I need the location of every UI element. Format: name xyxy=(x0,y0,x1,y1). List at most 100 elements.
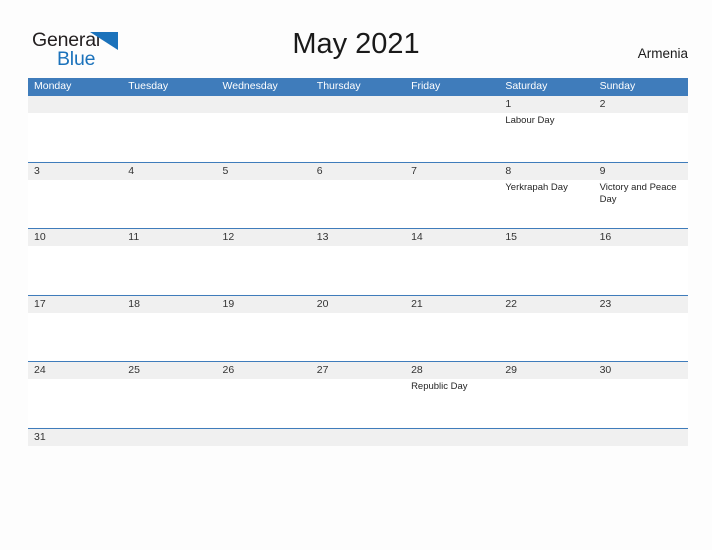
day-number[interactable]: 20 xyxy=(311,296,405,313)
day-number[interactable]: 3 xyxy=(28,163,122,180)
day-number[interactable]: 18 xyxy=(122,296,216,313)
day-number[interactable] xyxy=(217,429,311,446)
country-label: Armenia xyxy=(637,46,688,61)
day-number[interactable]: 17 xyxy=(28,296,122,313)
calendar-page: General Blue May 2021 Armenia Monday Tue… xyxy=(0,0,712,550)
weekday-header-row: Monday Tuesday Wednesday Thursday Friday… xyxy=(28,78,688,95)
week-date-band: 3 4 5 6 7 8 9 xyxy=(28,162,688,180)
week-date-band: 17 18 19 20 21 22 23 xyxy=(28,295,688,313)
day-number[interactable]: 15 xyxy=(499,229,593,246)
calendar-grid: Monday Tuesday Wednesday Thursday Friday… xyxy=(28,78,688,446)
day-event: Victory and Peace Day xyxy=(599,181,677,205)
day-event xyxy=(311,113,405,161)
day-event: Republic Day xyxy=(411,381,468,392)
day-event xyxy=(28,246,122,294)
day-event xyxy=(122,379,216,427)
day-event xyxy=(499,246,593,294)
weekday-friday: Friday xyxy=(411,80,441,92)
day-number[interactable]: 7 xyxy=(405,163,499,180)
day-event xyxy=(28,180,122,228)
day-number[interactable] xyxy=(28,96,122,113)
weekday-sunday: Sunday xyxy=(599,80,636,92)
day-number[interactable]: 27 xyxy=(311,362,405,379)
day-number[interactable] xyxy=(594,429,688,446)
week-event-band: Labour Day xyxy=(28,113,688,161)
week-row: 10 11 12 13 14 15 16 xyxy=(28,228,688,295)
day-number[interactable]: 19 xyxy=(217,296,311,313)
day-number[interactable]: 14 xyxy=(405,229,499,246)
day-number[interactable] xyxy=(405,96,499,113)
day-number[interactable]: 21 xyxy=(405,296,499,313)
day-event xyxy=(594,313,688,361)
day-number[interactable] xyxy=(405,429,499,446)
day-number[interactable]: 1 xyxy=(499,96,593,113)
week-date-band: 1 2 xyxy=(28,96,688,113)
day-event xyxy=(311,180,405,228)
day-number[interactable]: 12 xyxy=(217,229,311,246)
weekday-tuesday: Tuesday xyxy=(128,80,169,92)
day-event xyxy=(217,379,311,427)
day-number[interactable]: 24 xyxy=(28,362,122,379)
day-event xyxy=(122,113,216,161)
week-row: 31 xyxy=(28,427,688,446)
day-event xyxy=(311,313,405,361)
day-event xyxy=(405,113,499,161)
weekday-monday: Monday xyxy=(34,80,72,92)
day-number[interactable]: 8 xyxy=(499,163,593,180)
day-number[interactable]: 26 xyxy=(217,362,311,379)
week-row: 1 2 Labour Day xyxy=(28,95,688,162)
week-row: 24 25 26 27 28 29 30 Republic Day xyxy=(28,361,688,428)
day-number[interactable] xyxy=(122,429,216,446)
day-number[interactable] xyxy=(311,429,405,446)
weekday-thursday: Thursday xyxy=(316,80,361,92)
day-event xyxy=(217,313,311,361)
day-event xyxy=(122,246,216,294)
day-event xyxy=(28,313,122,361)
week-date-band: 10 11 12 13 14 15 16 xyxy=(28,229,688,246)
day-number[interactable]: 25 xyxy=(122,362,216,379)
day-event xyxy=(217,180,311,228)
day-number[interactable]: 29 xyxy=(499,362,593,379)
day-event xyxy=(122,313,216,361)
day-number[interactable]: 31 xyxy=(28,429,122,446)
day-event xyxy=(405,180,499,228)
week-event-band xyxy=(28,246,688,294)
day-number[interactable]: 9 xyxy=(594,163,688,180)
day-number[interactable]: 10 xyxy=(28,229,122,246)
day-number[interactable]: 13 xyxy=(311,229,405,246)
day-event xyxy=(311,379,405,427)
day-event xyxy=(28,113,122,161)
day-number[interactable]: 11 xyxy=(122,229,216,246)
day-event xyxy=(122,180,216,228)
page-title: May 2021 xyxy=(292,28,420,60)
day-number[interactable]: 30 xyxy=(594,362,688,379)
day-number[interactable]: 5 xyxy=(217,163,311,180)
weekday-wednesday: Wednesday xyxy=(222,80,278,92)
day-number[interactable]: 4 xyxy=(122,163,216,180)
week-event-band xyxy=(28,312,688,361)
week-row: 17 18 19 20 21 22 23 xyxy=(28,294,688,362)
day-event xyxy=(217,113,311,161)
day-number[interactable] xyxy=(122,96,216,113)
day-number[interactable] xyxy=(311,96,405,113)
week-date-band: 31 xyxy=(28,428,688,446)
day-event xyxy=(311,246,405,294)
day-number[interactable]: 23 xyxy=(594,296,688,313)
day-number[interactable]: 6 xyxy=(311,163,405,180)
day-number[interactable]: 2 xyxy=(594,96,688,113)
day-event xyxy=(594,246,688,294)
day-event xyxy=(594,379,688,427)
day-number[interactable] xyxy=(499,429,593,446)
day-event xyxy=(594,113,688,161)
day-event xyxy=(405,246,499,294)
day-number[interactable] xyxy=(217,96,311,113)
day-number[interactable]: 22 xyxy=(499,296,593,313)
day-event xyxy=(217,246,311,294)
week-event-band: Yerkrapah Day Victory and Peace Day xyxy=(28,179,688,228)
page-header: General Blue May 2021 Armenia xyxy=(0,0,712,78)
week-date-band: 24 25 26 27 28 29 30 xyxy=(28,362,688,379)
week-row: 3 4 5 6 7 8 9 Yerkrapah Day Victory and … xyxy=(28,161,688,229)
day-number[interactable]: 16 xyxy=(594,229,688,246)
day-number[interactable]: 28 xyxy=(405,362,499,379)
weekday-saturday: Saturday xyxy=(505,80,548,92)
